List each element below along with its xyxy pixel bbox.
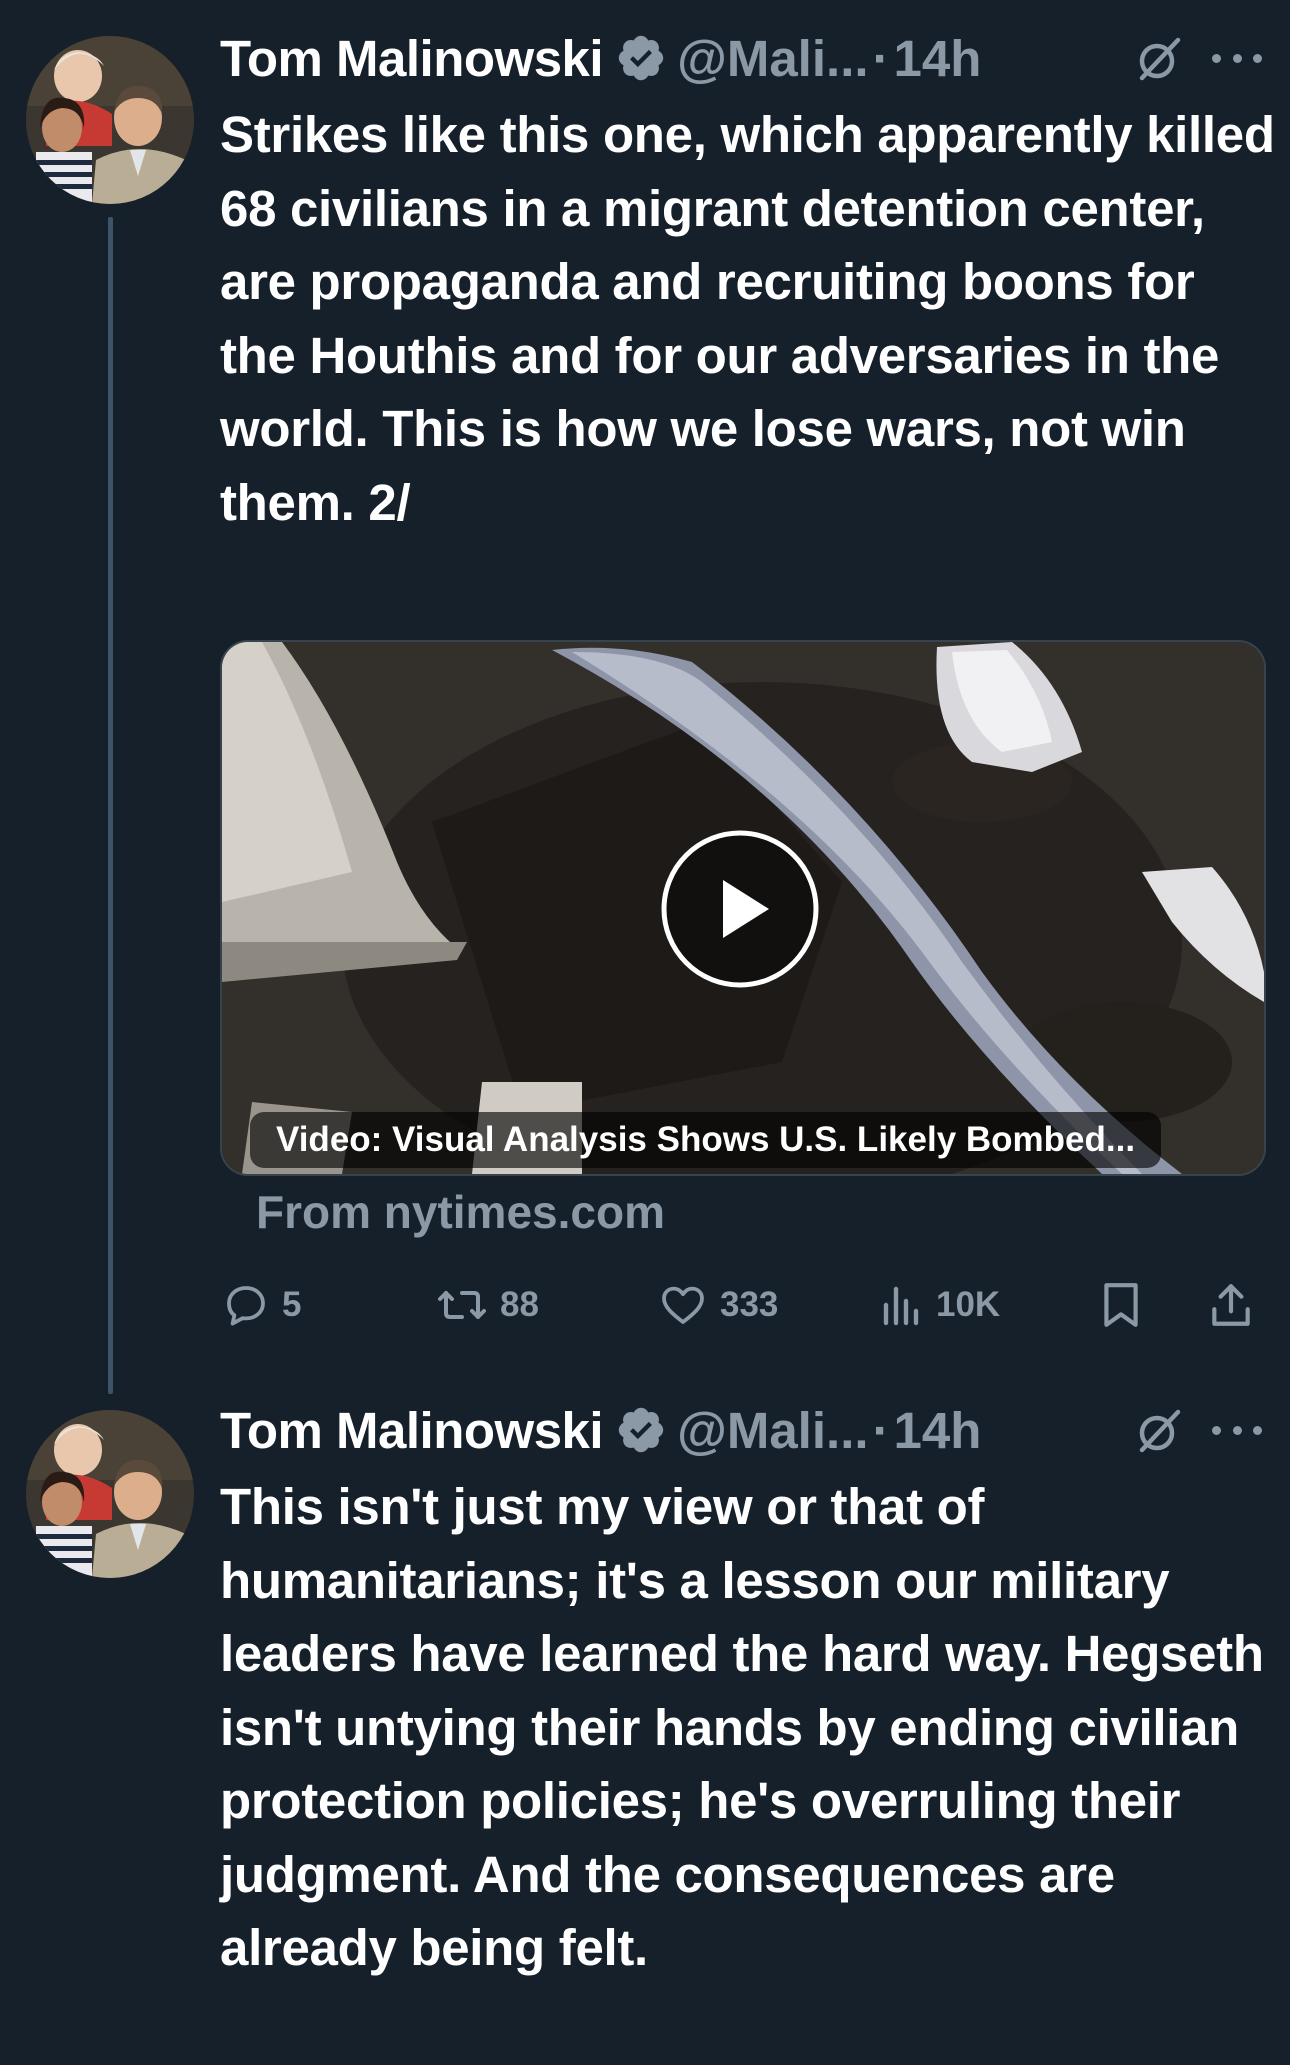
share-button[interactable] [1208,1275,1266,1335]
repost-icon [438,1291,486,1319]
timestamp[interactable]: 14h [894,29,982,88]
bookmark-button[interactable] [1100,1275,1154,1335]
share-icon [1212,1284,1250,1326]
avatar-photo [26,36,194,204]
tweet-text: This isn't just my view or that of human… [220,1478,1264,1976]
author-handle[interactable]: @Mali... [677,29,868,88]
separator-dot: · [872,1401,890,1459]
author-name[interactable]: Tom Malinowski [220,29,604,88]
author-name[interactable]: Tom Malinowski [220,1401,604,1460]
repost-button[interactable]: 88 [436,1275,539,1335]
like-count: 333 [720,1285,779,1324]
separator-dot: · [872,29,890,87]
avatar-photo [26,1410,194,1578]
bookmark-icon [1104,1283,1138,1327]
avatar[interactable] [26,36,194,204]
views-button[interactable]: 10K [880,1275,1000,1335]
reply-button[interactable]: 5 [222,1275,301,1335]
verified-badge-icon [615,32,667,84]
like-button[interactable]: 333 [658,1275,778,1335]
grok-icon[interactable] [1130,30,1186,86]
avatar[interactable] [26,1410,194,1578]
thread-connector-line [108,217,113,1394]
more-options-icon[interactable] [1212,48,1262,68]
heart-icon [662,1286,704,1324]
verified-badge-icon [615,1404,667,1456]
reply-icon [227,1286,265,1326]
video-card[interactable]: Video: Visual Analysis Shows U.S. Likely… [220,640,1266,1176]
grok-icon[interactable] [1130,1402,1186,1458]
views-icon [883,1286,919,1326]
tweet-text: Strikes like this one, which apparently … [220,106,1275,531]
action-bar: 5 88 333 10K [0,1275,1290,1335]
play-icon[interactable] [659,828,821,990]
reply-count: 5 [282,1285,302,1324]
link-source[interactable]: From nytimes.com [256,1185,665,1239]
view-count: 10K [936,1285,1001,1324]
more-options-icon[interactable] [1212,1420,1262,1440]
timestamp[interactable]: 14h [894,1401,982,1460]
author-handle[interactable]: @Mali... [677,1401,868,1460]
repost-count: 88 [500,1285,539,1324]
video-caption: Video: Visual Analysis Shows U.S. Likely… [250,1112,1162,1168]
